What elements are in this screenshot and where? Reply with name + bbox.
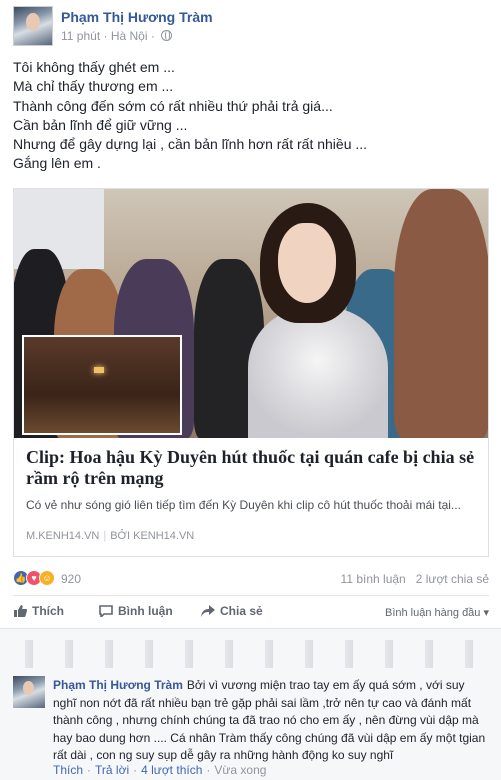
link-by-label: BỞI bbox=[110, 530, 131, 542]
link-description: Có vẻ như sóng gió liên tiếp tìm đến Kỳ … bbox=[26, 498, 461, 512]
post-line: Nhưng để gây dựng lại , cần bản lĩnh hơn… bbox=[13, 136, 368, 153]
post-line: Gắng lên em . bbox=[13, 155, 101, 172]
post-line: Thành công đến sớm có rất nhiều thứ phải… bbox=[13, 97, 333, 114]
link-preview-image[interactable] bbox=[14, 189, 488, 438]
link-domain: M.KENH14.VN bbox=[26, 530, 100, 542]
action-bar: Thích Bình luận Chia sẻ Bình luận hàng đ… bbox=[13, 603, 489, 623]
commenter-name[interactable]: Phạm Thị Hương Tràm bbox=[53, 678, 183, 692]
comment-actions: Thích · Trả lời · 4 lượt thích · Vừa xong bbox=[53, 763, 267, 777]
engagement-summary: 11 bình luận 2 lượt chia sẻ bbox=[341, 572, 489, 586]
globe-icon[interactable] bbox=[161, 30, 173, 41]
author-name[interactable]: Phạm Thị Hương Tràm bbox=[61, 9, 213, 25]
post-header: Phạm Thị Hương Tràm 11 phút · Hà Nội · bbox=[13, 6, 493, 48]
share-button[interactable]: Chia sẻ bbox=[201, 604, 263, 618]
comment-icon bbox=[99, 605, 113, 617]
comment-sort-dropdown[interactable]: Bình luận hàng đầu ▾ bbox=[385, 606, 489, 619]
share-count[interactable]: 2 lượt chia sẻ bbox=[416, 572, 489, 586]
comment-button[interactable]: Bình luận bbox=[99, 604, 173, 618]
comment-like-link[interactable]: Thích bbox=[53, 763, 83, 777]
video-thumbnail-inset bbox=[22, 335, 182, 435]
haha-reaction-icon[interactable]: ☺ bbox=[39, 570, 55, 586]
reaction-count[interactable]: 920 bbox=[61, 572, 81, 586]
background-figure bbox=[394, 189, 488, 438]
post-line: Mà chỉ thấy thương em ... bbox=[13, 78, 174, 95]
comment-body: Phạm Thị Hương Tràm Bởi vì vương miện tra… bbox=[53, 677, 489, 765]
post-location[interactable]: Hà Nội bbox=[111, 29, 148, 43]
link-preview[interactable]: Clip: Hoa hậu Kỳ Duyên hút thuốc tại quá… bbox=[13, 188, 489, 557]
woman-face bbox=[278, 223, 336, 303]
commenter-avatar[interactable] bbox=[13, 676, 45, 708]
comment-time: Vừa xong bbox=[214, 763, 267, 777]
thumbs-up-icon bbox=[14, 605, 27, 617]
post-line: Cần bản lĩnh để giữ vững ... bbox=[13, 116, 188, 133]
link-by-value[interactable]: KENH14.VN bbox=[133, 530, 194, 542]
blurred-comment bbox=[13, 640, 489, 668]
post-text: Tôi không thấy ghét em ... Mà chỉ thấy t… bbox=[13, 58, 489, 174]
comment-reply-link[interactable]: Trả lời bbox=[95, 763, 129, 777]
link-title[interactable]: Clip: Hoa hậu Kỳ Duyên hút thuốc tại quá… bbox=[26, 447, 476, 489]
reactions-bar: 👍 ♥ ☺ 920 11 bình luận 2 lượt chia sẻ bbox=[13, 570, 489, 588]
share-arrow-icon bbox=[201, 605, 215, 617]
post-meta: 11 phút · Hà Nội · bbox=[61, 29, 173, 43]
author-avatar[interactable] bbox=[13, 6, 53, 46]
comment-count[interactable]: 11 bình luận bbox=[341, 572, 406, 586]
comment-likes-count[interactable]: 4 lượt thích bbox=[141, 763, 202, 777]
post-time[interactable]: 11 phút bbox=[61, 29, 100, 43]
divider bbox=[13, 595, 489, 596]
link-source: M.KENH14.VN | BỞI KENH14.VN bbox=[26, 530, 195, 542]
post-line: Tôi không thấy ghét em ... bbox=[13, 59, 175, 75]
woman-dress bbox=[248, 307, 388, 438]
post-card: Phạm Thị Hương Tràm 11 phút · Hà Nội · T… bbox=[0, 0, 501, 780]
like-button[interactable]: Thích bbox=[13, 604, 64, 618]
